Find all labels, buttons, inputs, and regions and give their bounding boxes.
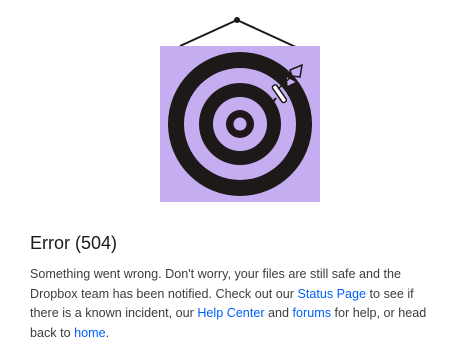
error-illustration xyxy=(150,10,330,210)
error-message: Something went wrong. Don't worry, your … xyxy=(30,265,442,343)
error-message-text-5: . xyxy=(105,325,110,340)
forums-link[interactable]: forums xyxy=(293,306,332,320)
error-title: Error (504) xyxy=(30,233,118,253)
target-with-dart-icon xyxy=(160,17,320,202)
error-message-text-3: and xyxy=(264,306,293,320)
help-center-link[interactable]: Help Center xyxy=(197,306,264,320)
home-link[interactable]: home xyxy=(74,326,106,340)
status-page-link[interactable]: Status Page xyxy=(297,287,366,301)
